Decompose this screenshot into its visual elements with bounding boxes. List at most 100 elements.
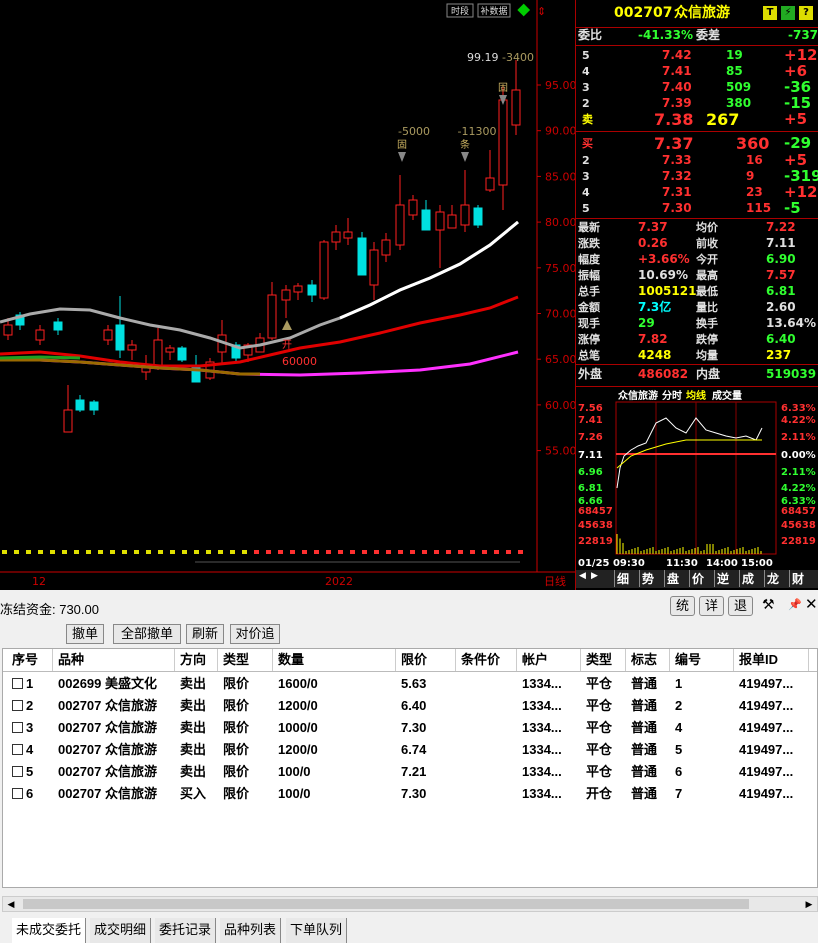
prev-icon[interactable]: ◀: [579, 571, 586, 581]
cell: 平仓: [586, 742, 613, 757]
quote-tab[interactable]: 成: [739, 570, 754, 587]
column-header[interactable]: 类型: [218, 649, 273, 671]
cell: 5: [26, 764, 34, 779]
candle-body: [281, 289, 291, 301]
indicator-dot: [50, 550, 55, 554]
table-row[interactable]: 5 002707 众信旅游 卖出 限价 100/0 7.21 1334... 平仓 普通 6 419…: [3, 761, 817, 783]
row-checkbox[interactable]: [12, 766, 23, 778]
help-icon[interactable]: ?: [799, 6, 813, 20]
label: 均价: [696, 221, 718, 234]
bottom-tab[interactable]: 品种列表: [220, 918, 282, 943]
table-row[interactable]: 4 002707 众信旅游 卖出 限价 1200/0 6.74 1334... 平仓 普通 5 41…: [3, 739, 817, 761]
table-row[interactable]: 2 002707 众信旅游 卖出 限价 1200/0 6.40 1334... 平仓 普通 2 41…: [3, 695, 817, 717]
x-label: 12: [32, 575, 46, 588]
bottom-tab[interactable]: 成交明细: [90, 918, 152, 943]
column-header[interactable]: 条件价: [456, 649, 517, 671]
cancel-all-button[interactable]: 全部撤单: [113, 624, 181, 644]
cancel-order-button[interactable]: 撤单: [66, 624, 104, 644]
candle-body: [115, 324, 125, 351]
indicator-dot: [206, 550, 211, 554]
close-icon[interactable]: ✕: [805, 595, 818, 613]
value: 6.81: [766, 284, 796, 298]
row-checkbox[interactable]: [12, 744, 23, 756]
cell: 002707 众信旅游: [58, 786, 157, 801]
cell-index: 6: [7, 783, 53, 805]
horizontal-scrollbar[interactable]: ◀ ▶: [2, 896, 818, 912]
value: 10.69%: [638, 268, 688, 282]
ask-row: 5 7.42 19 +12: [576, 47, 818, 64]
scroll-right-icon[interactable]: ▶: [801, 897, 817, 911]
kline-chart[interactable]: 时段 补数据 ⇕ 95.00 90.00 85.00 80.00 75.00 70.00 65.0…: [0, 0, 575, 590]
column-header[interactable]: 报单ID: [734, 649, 809, 671]
chart-btn-0[interactable]: 时段: [446, 3, 474, 18]
row-checkbox[interactable]: [12, 700, 23, 712]
cell: 6: [26, 786, 34, 801]
refresh-button[interactable]: 刷新: [186, 624, 224, 644]
table-row[interactable]: 1 002699 美盛文化 卖出 限价 1600/0 5.63 1334... 平仓 普通 1 41…: [3, 673, 817, 695]
cell: 卖出: [180, 742, 207, 757]
indicator-dot: [338, 550, 343, 554]
candle-body: [293, 285, 303, 293]
row-checkbox[interactable]: [12, 678, 23, 690]
cell: 开仓: [586, 786, 613, 801]
candle-body: [485, 177, 495, 191]
quote-tab[interactable]: 势: [639, 570, 654, 587]
column-header[interactable]: 帐户: [517, 649, 581, 671]
side-button-1[interactable]: 详: [699, 596, 724, 616]
indicator-dot: [410, 550, 415, 554]
candle-body: [3, 324, 13, 336]
column-header[interactable]: 序号: [7, 649, 53, 671]
bottom-tab[interactable]: 未成交委托: [12, 918, 87, 943]
table-row[interactable]: 3 002707 众信旅游 卖出 限价 1000/0 7.30 1334... 平仓 普通 4 41…: [3, 717, 817, 739]
bottom-tab[interactable]: 下单队列: [286, 918, 348, 943]
side-button-2[interactable]: 退: [728, 596, 753, 616]
column-header[interactable]: 方向: [175, 649, 218, 671]
cell: 6: [675, 764, 683, 779]
intraday-mini-chart[interactable]: 众信旅游 分时 均线 成交量7.567.417.267.116.966.816.666…: [576, 388, 818, 568]
price-tick-label: 80.00: [545, 216, 575, 229]
quote-tab[interactable]: 细: [614, 570, 629, 587]
indicator-dot: [458, 550, 463, 554]
quote-tab[interactable]: 龙: [764, 570, 779, 587]
label: 总笔: [578, 349, 600, 362]
change: -5: [784, 199, 801, 217]
column-header[interactable]: 类型: [581, 649, 626, 671]
quote-tab[interactable]: 财: [789, 570, 804, 587]
price: 7.38: [654, 110, 694, 129]
t-icon[interactable]: T: [763, 6, 777, 20]
indicator-dot: [110, 550, 115, 554]
scroll-left-icon[interactable]: ◀: [3, 897, 19, 911]
column-header[interactable]: 品种: [53, 649, 175, 671]
column-header[interactable]: 编号: [670, 649, 734, 671]
quote-tab[interactable]: 价: [689, 570, 704, 587]
expand-icon[interactable]: ⇕: [537, 5, 546, 18]
column-header[interactable]: 数量: [273, 649, 396, 671]
cell-index: 4: [7, 739, 53, 761]
label: 跌停: [696, 333, 718, 346]
quote-tab[interactable]: 盘: [664, 570, 679, 587]
label: 外盘: [578, 367, 603, 381]
quote-tab[interactable]: 逆: [714, 570, 729, 587]
tools-icon[interactable]: ⚒: [762, 596, 775, 613]
column-header[interactable]: 标志: [626, 649, 670, 671]
mini-right-tick: 68457: [781, 506, 816, 517]
level: 买: [582, 137, 593, 150]
next-icon[interactable]: ▶: [591, 571, 598, 581]
bolt-icon[interactable]: ⚡: [781, 6, 795, 20]
bid-row: 5 7.30 115 -5: [576, 200, 818, 217]
cell: 6.40: [401, 698, 427, 713]
row-checkbox[interactable]: [12, 722, 23, 734]
column-header[interactable]: 限价: [396, 649, 456, 671]
cell-index: 3: [7, 717, 53, 739]
value: 2.60: [766, 300, 796, 314]
table-row[interactable]: 6 002707 众信旅游 买入 限价 100/0 7.30 1334... 开仓 普通 7 419…: [3, 783, 817, 805]
row-checkbox[interactable]: [12, 788, 23, 800]
chase-price-button[interactable]: 对价追: [230, 624, 280, 644]
cell: 5.63: [401, 676, 427, 691]
mini-left-tick: 7.11: [578, 450, 603, 461]
cell: 卖出: [180, 698, 207, 713]
side-button-0[interactable]: 统: [670, 596, 695, 616]
bottom-tab[interactable]: 委托记录: [155, 918, 217, 943]
pin-icon[interactable]: 📌: [788, 598, 802, 611]
chart-btn-1[interactable]: 补数据: [477, 3, 511, 18]
